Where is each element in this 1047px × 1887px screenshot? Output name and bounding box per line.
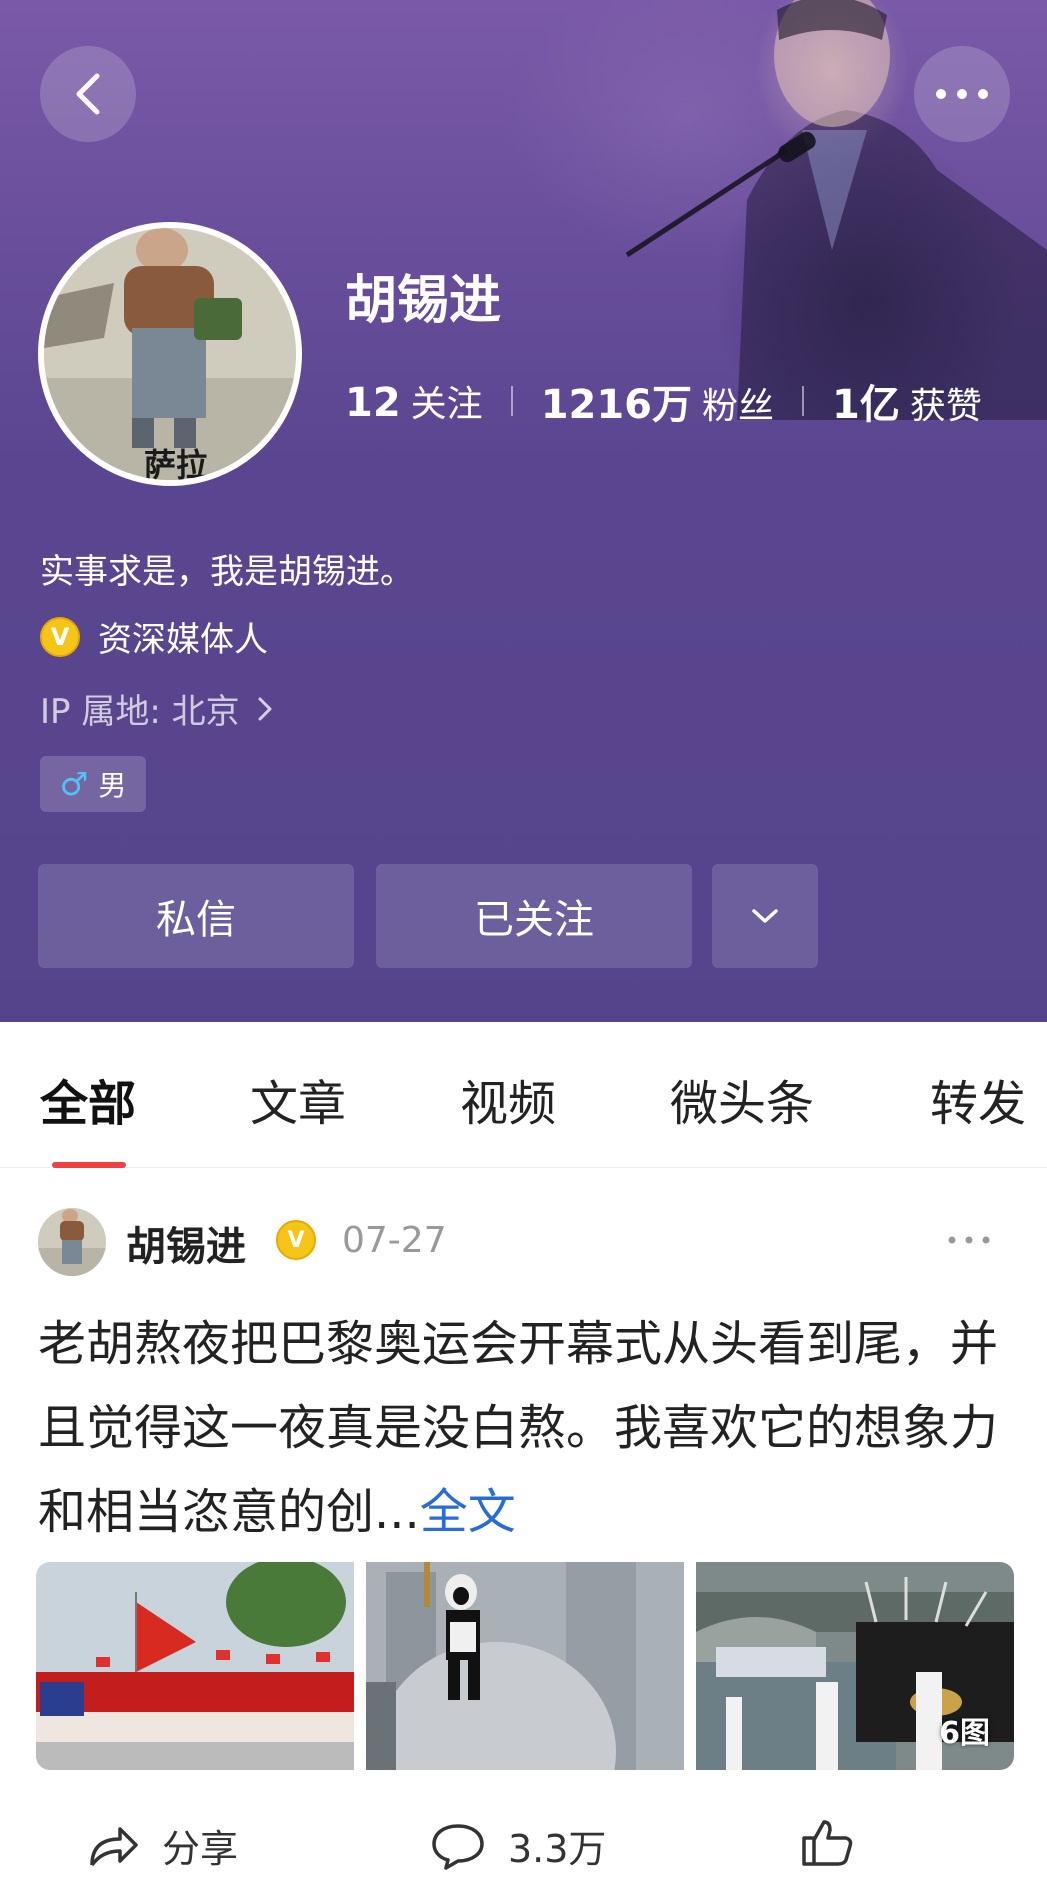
content-tabs: 全部 文章 视频 微头条 转发 (0, 1022, 1047, 1168)
stat-following-count: 12 (345, 380, 401, 426)
thumbs-up-icon (802, 1820, 853, 1866)
profile-name: 胡锡进 (345, 271, 502, 331)
recommend-dropdown-button[interactable] (712, 864, 818, 968)
stat-likes-label: 获赞 (909, 386, 982, 427)
verified-badge-icon: V (276, 1220, 316, 1260)
tab-reposts[interactable]: 转发 (930, 1064, 1026, 1134)
chevron-left-icon (76, 73, 100, 115)
post-image-1[interactable] (36, 1562, 354, 1770)
comment-count: 3.3万 (508, 1827, 607, 1871)
stat-following-label: 关注 (410, 384, 483, 425)
post-date: 07-27 (342, 1220, 447, 1261)
verified-badge-icon: V (40, 616, 80, 657)
post-author-name[interactable]: 胡锡进 (126, 1214, 246, 1272)
avatar-image (38, 1208, 106, 1276)
stat-following[interactable]: 12 关注 (345, 375, 483, 427)
stat-likes[interactable]: 1亿 获赞 (832, 372, 982, 430)
comment-icon (432, 1823, 484, 1870)
share-button[interactable]: 分享 (86, 1818, 238, 1873)
share-label: 分享 (162, 1827, 239, 1871)
back-button[interactable] (40, 46, 136, 142)
stat-followers[interactable]: 1216万 粉丝 (541, 372, 774, 430)
tab-videos[interactable]: 视频 (460, 1064, 556, 1134)
post-text: 老胡熬夜把巴黎奥运会开幕式从头看到尾，并且觉得这一夜真是没白熬。我喜欢它的想象力… (38, 1316, 999, 1540)
chevron-down-icon (752, 909, 778, 923)
post-more-button[interactable] (948, 1218, 990, 1251)
profile-stats: 12 关注 1216万 粉丝 1亿 获赞 (345, 372, 982, 430)
profile-bio: 实事求是，我是胡锡进。 (40, 552, 414, 592)
verification-row: V 资深媒体人 (40, 612, 268, 661)
more-dots-icon (948, 1236, 990, 1244)
ip-location-link[interactable]: IP 属地: 北京 (40, 684, 274, 733)
tab-micro-posts[interactable]: 微头条 (670, 1064, 814, 1134)
stat-likes-count: 1亿 (832, 382, 900, 428)
post-image-2[interactable] (366, 1562, 684, 1770)
profile-header: 萨拉 胡锡进 12 关注 1216万 粉丝 1亿 获赞 实事求是，我是胡锡进。 … (0, 0, 1047, 1022)
stat-divider (510, 386, 513, 416)
tab-articles[interactable]: 文章 (250, 1064, 346, 1134)
profile-avatar[interactable]: 萨拉 (38, 222, 302, 486)
comment-button[interactable]: 3.3万 (430, 1818, 606, 1873)
follow-button[interactable]: 已关注 (376, 864, 692, 968)
active-tab-indicator (52, 1162, 126, 1168)
chevron-right-icon (258, 697, 272, 720)
share-icon (90, 1826, 138, 1866)
like-button[interactable] (800, 1818, 876, 1866)
post-actions-bar: 分享 3.3万 (0, 1800, 1047, 1887)
male-icon: ♂ (59, 765, 89, 803)
image-torch-bearer (366, 1562, 684, 1770)
image-olympic-team (36, 1562, 354, 1770)
message-button[interactable]: 私信 (38, 864, 354, 968)
read-full-link[interactable]: 全文 (420, 1484, 516, 1540)
post-author-avatar[interactable] (38, 1208, 106, 1276)
verification-label: 资深媒体人 (98, 620, 268, 660)
stat-divider (802, 386, 805, 416)
post-body[interactable]: 老胡熬夜把巴黎奥运会开幕式从头看到尾，并且觉得这一夜真是没白熬。我喜欢它的想象力… (38, 1302, 1008, 1554)
stat-followers-count: 1216万 (540, 382, 693, 428)
more-dots-icon (936, 89, 988, 99)
post-image-3[interactable]: 6图 (696, 1562, 1014, 1770)
ip-location-text: IP 属地: 北京 (40, 692, 240, 732)
avatar-image: 萨拉 (44, 228, 296, 480)
gender-tag: ♂ 男 (40, 756, 146, 812)
gender-label: 男 (98, 769, 127, 802)
more-options-button[interactable] (914, 46, 1010, 142)
image-count-badge: 6图 (939, 1716, 990, 1751)
stat-followers-label: 粉丝 (702, 386, 775, 427)
tab-all[interactable]: 全部 (40, 1064, 136, 1134)
avatar-caption: 萨拉 (144, 446, 208, 480)
